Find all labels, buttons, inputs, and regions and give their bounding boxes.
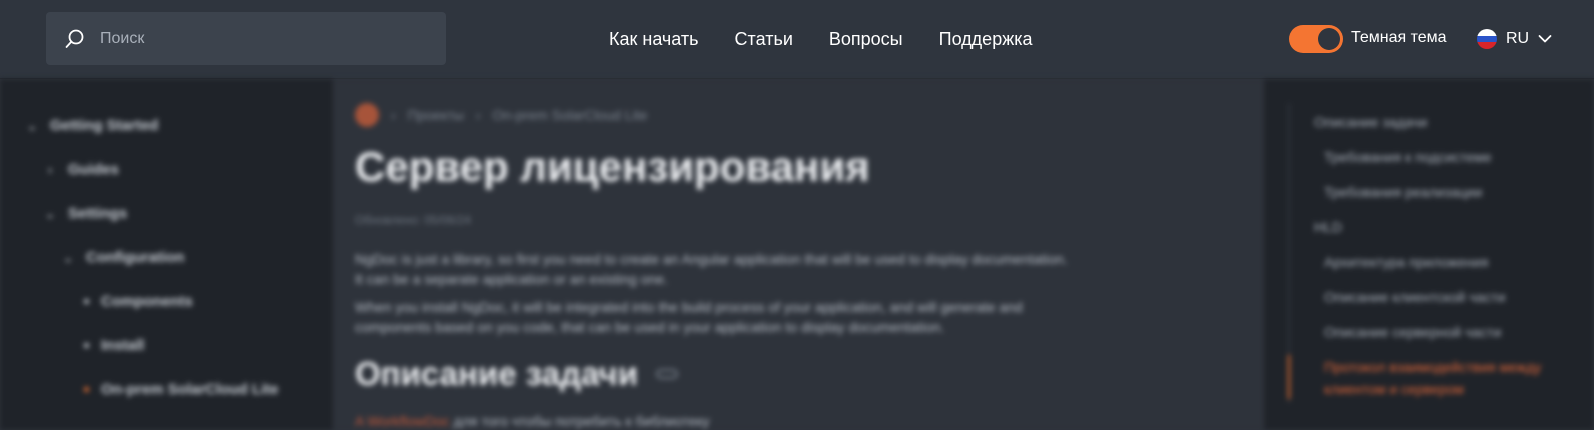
sidebar-item-label: On-prem SolarCloud Lite bbox=[101, 381, 279, 398]
search-icon bbox=[64, 28, 86, 50]
breadcrumb-separator: › bbox=[475, 107, 481, 123]
toc-active-indicator bbox=[1288, 355, 1290, 399]
language-code: RU bbox=[1506, 30, 1530, 47]
sidebar-item-install[interactable]: Install bbox=[84, 337, 144, 354]
anchor-link-icon[interactable] bbox=[655, 369, 678, 379]
toc-item[interactable]: Описание серверной части bbox=[1324, 324, 1501, 340]
paragraph: When you install NgDoc, it will be integ… bbox=[355, 299, 1023, 335]
main-nav: Как начать Статьи Вопросы Поддержка bbox=[609, 26, 1033, 52]
nav-link-articles[interactable]: Статьи bbox=[735, 29, 793, 50]
breadcrumb-item-current: On-prem SolarCloud Lite bbox=[492, 107, 648, 123]
section-text: A WorkflowDoc для того чтобы потребить к… bbox=[355, 413, 710, 429]
home-icon[interactable] bbox=[355, 103, 379, 127]
toc-item[interactable]: Описание задачи bbox=[1314, 114, 1427, 130]
sidebar-item-configuration[interactable]: ⌄ Configuration bbox=[62, 249, 184, 266]
top-header: Как начать Статьи Вопросы Поддержка Темн… bbox=[0, 0, 1594, 79]
sidebar-item-label: Getting Started bbox=[50, 117, 159, 134]
sidebar-item-settings[interactable]: ⌄ Settings bbox=[44, 205, 127, 222]
updated-date: Обновлено: 05/06/24 bbox=[355, 213, 471, 227]
breadcrumb-item-projects[interactable]: Проекты bbox=[408, 107, 464, 123]
dark-theme-toggle[interactable] bbox=[1289, 25, 1343, 53]
breadcrumb-separator: › bbox=[391, 107, 396, 123]
sidebar-item-label: Guides bbox=[68, 161, 119, 178]
chevron-right-icon: › bbox=[48, 162, 52, 177]
sidebar-item-getting-started[interactable]: ⌄ Getting Started bbox=[26, 117, 158, 134]
bullet-icon bbox=[84, 387, 89, 392]
page-content: ⌄ Getting Started › Guides ⌄ Settings ⌄ … bbox=[0, 79, 1594, 430]
nav-link-support[interactable]: Поддержка bbox=[939, 29, 1033, 50]
section-link[interactable]: A WorkflowDoc bbox=[355, 413, 450, 429]
toc-item[interactable]: Требования реализации bbox=[1324, 184, 1482, 200]
chevron-down-icon: ⌄ bbox=[44, 206, 56, 221]
toc-item[interactable]: Архитектура приложения bbox=[1324, 254, 1488, 270]
dark-theme-label: Темная тема bbox=[1351, 29, 1447, 46]
sidebar-item-label: Components bbox=[101, 293, 193, 310]
toggle-knob bbox=[1318, 28, 1340, 50]
search-input[interactable] bbox=[100, 29, 420, 48]
sidebar-item-label: Configuration bbox=[86, 249, 185, 266]
sidebar-item-label: Install bbox=[101, 337, 145, 354]
section-heading: Описание задачи bbox=[355, 355, 678, 393]
search-box[interactable] bbox=[46, 12, 446, 65]
sidebar-item-label: Settings bbox=[68, 205, 128, 222]
article: › Проекты › On-prem SolarCloud Lite Серв… bbox=[333, 79, 1264, 430]
bullet-icon bbox=[84, 299, 89, 304]
sidebar-item-guides[interactable]: › Guides bbox=[44, 161, 119, 178]
docs-sidebar: ⌄ Getting Started › Guides ⌄ Settings ⌄ … bbox=[0, 79, 333, 430]
russia-flag-icon bbox=[1477, 29, 1497, 49]
toc-item[interactable]: Требования к подсистеме bbox=[1324, 149, 1492, 165]
toc-item-active[interactable]: Протокол взаимодействия между клиентом и… bbox=[1324, 356, 1554, 400]
toc-item[interactable]: Описание клиентской части bbox=[1324, 289, 1505, 305]
bullet-icon bbox=[84, 343, 89, 348]
language-selector[interactable]: RU bbox=[1477, 25, 1552, 53]
table-of-contents: Описание задачи Требования к подсистеме … bbox=[1264, 79, 1594, 430]
sidebar-item-on-prem[interactable]: On-prem SolarCloud Lite bbox=[84, 381, 279, 398]
breadcrumb: › Проекты › On-prem SolarCloud Lite bbox=[355, 103, 647, 127]
chevron-down-icon bbox=[1538, 34, 1552, 44]
section-heading-text: Описание задачи bbox=[355, 355, 638, 392]
chevron-down-icon: ⌄ bbox=[62, 250, 74, 265]
paragraph: NgDoc is just a library, so first you ne… bbox=[355, 251, 1068, 287]
chevron-down-icon: ⌄ bbox=[26, 118, 38, 133]
nav-link-getting-started[interactable]: Как начать bbox=[609, 29, 699, 50]
sidebar-item-components[interactable]: Components bbox=[84, 293, 193, 310]
nav-link-questions[interactable]: Вопросы bbox=[829, 29, 903, 50]
toc-item[interactable]: HLD bbox=[1314, 219, 1342, 235]
page-title: Сервер лицензирования bbox=[355, 143, 870, 190]
section-text-body: для того чтобы потребить к библиотеку bbox=[453, 413, 710, 429]
